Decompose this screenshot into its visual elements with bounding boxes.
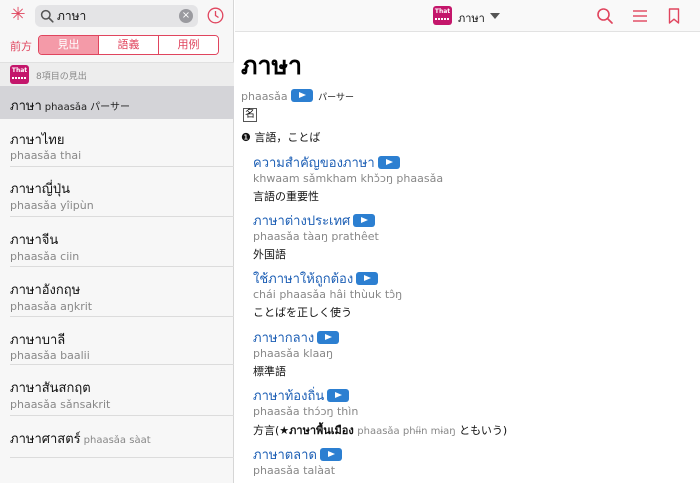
entry-sense: ❶ 言語，ことば [241,131,321,144]
list-item-thai: ภาษา phaasǎa パーサー [10,99,130,114]
search-input[interactable] [57,6,175,26]
search-mode-label[interactable]: 前方 [10,38,32,54]
result-header: That 8項目の見出 [0,62,234,86]
entry-content: ภาษา phaasǎa パーサー 名 ❶ 言語，ことば ความสำคัญขอ… [235,32,700,483]
list-item-thai: ภาษาญี่ปุ่น [10,182,70,197]
example-thai[interactable]: ภาษาต่างประเทศ [253,210,376,231]
search-icon [40,9,54,23]
example-translation: 言語の重要性 [253,190,319,203]
play-audio-icon[interactable] [317,331,340,344]
list-item[interactable]: ภาษาบาลี phaasǎa baalii [0,317,234,365]
list-item-roman: phaasǎa yîipùn [10,199,94,212]
list-item[interactable]: ภาษาอังกฤษ phaasǎa aŋkrit [0,267,234,317]
list-item[interactable]: ภาษาไทย phaasǎa thai [0,119,234,167]
dictionary-title[interactable]: ภาษา [458,9,485,27]
play-audio-icon[interactable] [327,389,350,402]
search-field[interactable]: × [35,5,198,27]
example-thai[interactable]: ภาษาท้องถิ่น [253,385,350,406]
play-audio-icon[interactable] [356,272,379,285]
example-roman: phaasǎa klaaŋ [253,347,334,360]
search-mode-segmented: 見出 語義 用例 [38,35,219,55]
sidebar: ✳ × 前方 見出 語義 用例 That 8項目の見出 ภาษาphaasǎaパ… [0,0,234,483]
search-bar: ✳ × [0,0,234,32]
example-thai[interactable]: ภาษาตลาด [253,444,342,465]
part-of-speech-badge: 名 [243,108,257,122]
dictionary-logo[interactable]: That [433,6,452,25]
list-item-thai: ภาษาสันสกฤต [10,381,91,396]
example-roman: chái phaasǎa hâi thùuk tɔ̂ŋ [253,288,403,301]
example-translation: 標準語 [253,365,286,378]
entry-pronunciation: phaasǎa パーサー [241,89,354,103]
play-audio-icon[interactable] [290,89,313,102]
segment-headword[interactable]: 見出 [39,36,98,54]
detail-toolbar: That ภาษา [235,0,700,32]
list-item-roman: phaasǎa aŋkrit [10,300,93,313]
bookmark-icon[interactable] [665,7,683,25]
example-translation: ことばを正しく使う [253,306,352,319]
list-item-roman: phaasǎa baalii [10,349,90,362]
list-item-thai: ภาษาอังกฤษ [10,283,81,298]
segment-meaning[interactable]: 語義 [98,36,158,54]
example-thai[interactable]: ความสำคัญของภาษา [253,152,400,173]
list-item-roman: phaasǎa thai [10,149,82,162]
list-item-thai: ภาษาจีน [10,233,59,248]
list-item-roman: phaasǎa sǎnsakrit [10,398,111,411]
entry-headword: ภาษา [241,51,303,80]
list-item[interactable]: ภาษา phaasǎa パーサー [0,86,234,119]
detail-pane: That ภาษา ภาษา phaasǎa パーサー 名 ❶ 言語，ことば ค… [235,0,700,483]
list-item-thai: ภาษาไทย [10,133,65,148]
search-icon[interactable] [596,7,614,25]
list-item-thai: ภาษาบาลี [10,333,66,348]
example-translation: 方言(★ภาษาพื้นเมือง phaasǎa phɨ́ɨn mɨaŋ とも… [253,424,508,437]
list-item[interactable]: ภาษาญี่ปุ่น phaasǎa yîipùn [0,167,234,217]
dictionary-logo: That [10,65,29,84]
segment-example[interactable]: 用例 [158,36,218,54]
example-roman: phaasǎa talàat [253,464,336,477]
example-translation: 外国語 [253,248,286,261]
example-thai[interactable]: ใช้ภาษาให้ถูกต้อง [253,268,379,289]
list-item[interactable]: ภาษาสันสกฤต phaasǎa sǎnsakrit [0,365,234,416]
search-mode-bar: 前方 見出 語義 用例 [0,33,234,57]
example-thai[interactable]: ภาษากลาง [253,327,340,348]
list-item-thai: ภาษาศาสตร์ phaasǎa sàat [10,432,151,447]
example-roman: phaasǎa tàaŋ prathêet [253,230,379,243]
play-audio-icon[interactable] [377,156,400,169]
history-icon[interactable] [207,7,224,24]
list-item[interactable]: ภาษาศาสตร์ phaasǎa sàat [0,416,234,458]
clear-icon[interactable]: × [179,9,193,23]
list-item-roman: phaasǎa ciin [10,250,80,263]
list-item[interactable]: ภาษาจีน phaasǎa ciin [0,217,234,267]
example-roman: phaasǎa thɔ́ɔŋ thìn [253,405,359,418]
chevron-down-icon[interactable] [490,13,500,19]
play-audio-icon[interactable] [319,448,342,461]
result-count: 8項目の見出 [36,72,87,82]
example-roman: khwaam sǎmkham khɔ̌ɔŋ phaasǎa [253,172,444,185]
menu-list-icon[interactable] [631,7,649,25]
star-icon[interactable]: ✳ [9,5,27,25]
play-audio-icon[interactable] [353,214,376,227]
